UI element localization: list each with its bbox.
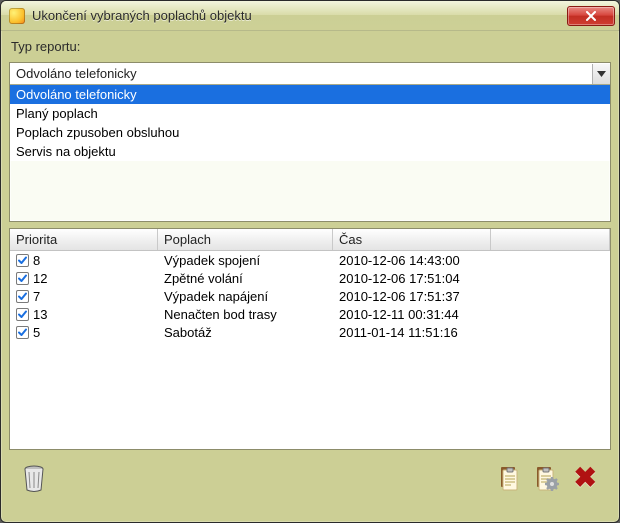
cell-alarm: Zpětné volání [158,271,333,286]
clipboard-gear-icon [534,464,560,492]
trash-button[interactable] [19,463,49,493]
titlebar: Ukončení vybraných poplachů objektu [1,1,619,31]
window-close-button[interactable] [567,6,615,26]
dialog-window: Ukončení vybraných poplachů objektu Typ … [0,0,620,523]
column-header-empty [491,229,610,250]
cell-priority: 13 [10,307,158,322]
column-header-alarm[interactable]: Poplach [158,229,333,250]
chevron-down-icon[interactable] [592,64,610,84]
combobox-selected-value: Odvoláno telefonicky [16,66,592,81]
row-checkbox[interactable] [16,254,29,267]
report-type-option[interactable]: Planý poplach [10,104,610,123]
cell-alarm: Výpadek napájení [158,289,333,304]
grid-header: Priorita Poplach Čas [10,229,610,251]
priority-value: 8 [33,253,40,268]
cell-priority: 5 [10,325,158,340]
cell-time: 2010-12-11 00:31:44 [333,307,491,322]
priority-value: 7 [33,289,40,304]
row-checkbox[interactable] [16,290,29,303]
report-type-option[interactable]: Poplach zpusoben obsluhou [10,123,610,142]
window-title: Ukončení vybraných poplachů objektu [32,8,567,23]
alarms-grid: Priorita Poplach Čas 8Výpadek spojení201… [9,228,611,450]
column-header-time[interactable]: Čas [333,229,491,250]
table-row[interactable]: 7 Výpadek napájení2010-12-06 17:51:37 [10,287,610,305]
cell-time: 2010-12-06 17:51:37 [333,289,491,304]
clipboard-settings-button[interactable] [532,463,562,493]
priority-value: 12 [33,271,47,286]
clipboard-button[interactable] [494,463,524,493]
table-row[interactable]: 12 Zpětné volání2010-12-06 17:51:04 [10,269,610,287]
cell-time: 2010-12-06 17:51:04 [333,271,491,286]
cell-alarm: Sabotáž [158,325,333,340]
cell-priority: 7 [10,289,158,304]
priority-value: 13 [33,307,47,322]
priority-value: 5 [33,325,40,340]
report-type-panel: Odvoláno telefonicky Odvoláno telefonick… [9,62,611,222]
dialog-body: Typ reportu: Odvoláno telefonicky Odvolá… [1,31,619,522]
cell-alarm: Výpadek spojení [158,253,333,268]
report-type-option[interactable]: Servis na objektu [10,142,610,161]
cell-time: 2011-01-14 11:51:16 [333,325,491,340]
cancel-button[interactable]: ✖ [570,464,601,492]
cancel-icon: ✖ [574,462,597,493]
table-row[interactable]: 8 Výpadek spojení2010-12-06 14:43:00 [10,251,610,269]
grid-body: 8 Výpadek spojení2010-12-06 14:43:00 12 Zpě… [10,251,610,449]
report-type-label: Typ reportu: [9,37,611,56]
cell-priority: 12 [10,271,158,286]
row-checkbox[interactable] [16,272,29,285]
trash-icon [22,464,46,492]
report-type-listbox: Odvoláno telefonicky Planý poplach Popla… [10,85,610,161]
dialog-footer: ✖ [9,456,611,500]
cell-time: 2010-12-06 14:43:00 [333,253,491,268]
clipboard-icon [497,464,521,492]
table-row[interactable]: 5 Sabotáž2011-01-14 11:51:16 [10,323,610,341]
report-type-option[interactable]: Odvoláno telefonicky [10,85,610,104]
cell-priority: 8 [10,253,158,268]
report-type-combobox[interactable]: Odvoláno telefonicky [10,63,610,85]
app-icon [9,8,25,24]
close-icon [585,11,597,21]
row-checkbox[interactable] [16,308,29,321]
table-row[interactable]: 13 Nenačten bod trasy2010-12-11 00:31:44 [10,305,610,323]
row-checkbox[interactable] [16,326,29,339]
cell-alarm: Nenačten bod trasy [158,307,333,322]
column-header-priority[interactable]: Priorita [10,229,158,250]
